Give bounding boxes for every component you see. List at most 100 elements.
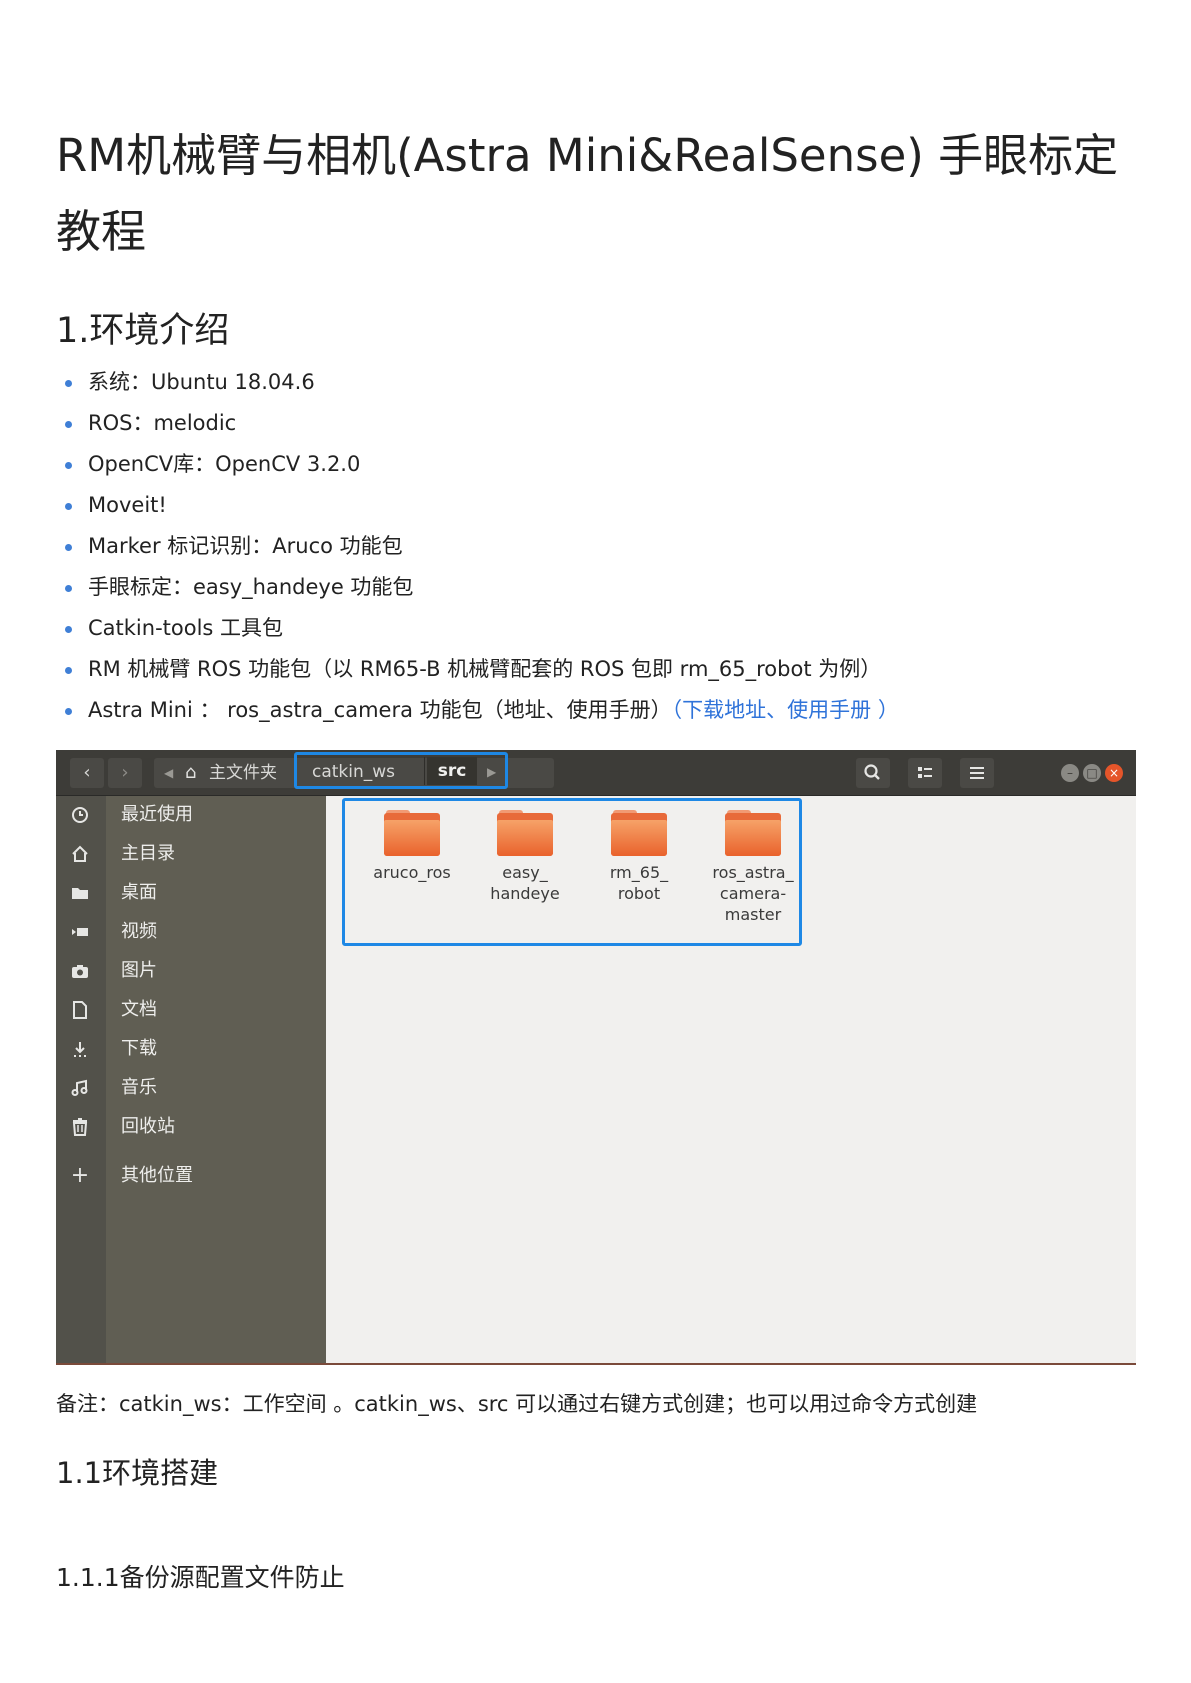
sidebar-item-home[interactable]: 主目录 bbox=[56, 835, 326, 873]
maximize-button[interactable]: □ bbox=[1083, 764, 1101, 782]
bullet-icon bbox=[65, 667, 72, 674]
folder-item-aruco-ros[interactable]: aruco_ros bbox=[356, 810, 468, 883]
list-item-text: ROS：melodic bbox=[88, 411, 237, 435]
sidebar-item-label: 其他位置 bbox=[121, 1165, 193, 1186]
close-icon: × bbox=[1108, 766, 1120, 780]
list-item: Catkin-tools 工具包 bbox=[56, 608, 899, 649]
list-item-text: 系统：Ubuntu 18.04.6 bbox=[88, 370, 315, 394]
bullet-icon bbox=[65, 544, 72, 551]
file-manager-screenshot: ‹ › ◀ ⌂ 主文件夹 catkin_ws src ▶ – □ × 最近使用 … bbox=[56, 750, 1136, 1365]
sidebar-item-documents[interactable]: 文档 bbox=[56, 991, 326, 1029]
list-item-text: Catkin-tools 工具包 bbox=[88, 616, 284, 640]
folder-item-easy-handeye[interactable]: easy_ handeye bbox=[469, 810, 581, 904]
sidebar-item-label: 视频 bbox=[121, 921, 157, 942]
list-item: 系统：Ubuntu 18.04.6 bbox=[56, 362, 899, 403]
list-item: Moveit! bbox=[56, 485, 899, 526]
folder-icon bbox=[725, 810, 781, 856]
chevron-right-icon: › bbox=[121, 762, 129, 783]
download-icon bbox=[69, 1038, 91, 1060]
document-icon bbox=[69, 999, 91, 1021]
list-item: RM 机械臂 ROS 功能包（以 RM65-B 机械臂配套的 ROS 包即 rm… bbox=[56, 649, 899, 690]
breadcrumb-src-label: src bbox=[437, 761, 467, 781]
list-item-text: 手眼标定：easy_handeye 功能包 bbox=[88, 575, 414, 599]
folder-item-rm-65-robot[interactable]: rm_65_ robot bbox=[583, 810, 695, 904]
sidebar-item-label: 音乐 bbox=[121, 1077, 157, 1098]
sidebar-item-pictures[interactable]: 图片 bbox=[56, 952, 326, 990]
breadcrumb-left-arrow-icon[interactable]: ◀ bbox=[164, 758, 173, 788]
folder-icon bbox=[497, 810, 553, 856]
camera-icon bbox=[69, 960, 91, 982]
list-item-text: Astra Mini ： ros_astra_camera 功能包（地址、使用手… bbox=[88, 698, 672, 722]
sidebar-item-trash[interactable]: 回收站 bbox=[56, 1108, 326, 1146]
view-toggle-button[interactable] bbox=[908, 758, 942, 788]
places-sidebar: 最近使用 主目录 桌面 视频 图片 文档 下载 音乐 回收站 + 其他位置 bbox=[56, 796, 326, 1363]
hamburger-menu-icon bbox=[970, 767, 984, 779]
bullet-icon bbox=[65, 585, 72, 592]
sidebar-item-label: 文档 bbox=[121, 999, 157, 1020]
list-view-icon bbox=[918, 767, 932, 778]
close-button[interactable]: × bbox=[1105, 764, 1123, 782]
section-heading-backup: 1.1.1备份源配置文件防止 bbox=[56, 1563, 345, 1592]
list-item: Marker 标记识别：Aruco 功能包 bbox=[56, 526, 899, 567]
minimize-button[interactable]: – bbox=[1061, 764, 1079, 782]
sidebar-item-music[interactable]: 音乐 bbox=[56, 1069, 326, 1107]
search-button[interactable] bbox=[856, 758, 890, 788]
maximize-icon: □ bbox=[1086, 766, 1098, 780]
breadcrumb-highlight: catkin_ws src ▶ bbox=[294, 752, 508, 789]
breadcrumb-catkin-ws[interactable]: catkin_ws bbox=[312, 759, 395, 785]
clock-icon bbox=[69, 804, 91, 826]
folder-item-ros-astra-camera-master[interactable]: ros_astra_ camera- master bbox=[697, 810, 809, 925]
breadcrumb-right-arrow-icon[interactable]: ▶ bbox=[487, 759, 496, 785]
list-item: Astra Mini ： ros_astra_camera 功能包（地址、使用手… bbox=[56, 690, 899, 731]
list-item: OpenCV库：OpenCV 3.2.0 bbox=[56, 444, 899, 485]
folder-name: aruco_ros bbox=[373, 863, 451, 882]
section-heading-environment: 1.环境介绍 bbox=[56, 311, 230, 351]
list-item-text: OpenCV库：OpenCV 3.2.0 bbox=[88, 452, 361, 476]
home-icon: ⌂ bbox=[185, 762, 197, 783]
list-item: 手眼标定：easy_handeye 功能包 bbox=[56, 567, 899, 608]
sidebar-item-recent[interactable]: 最近使用 bbox=[56, 796, 326, 834]
sidebar-item-label: 最近使用 bbox=[121, 804, 193, 825]
list-item: ROS：melodic bbox=[56, 403, 899, 444]
folder-icon bbox=[384, 810, 440, 856]
download-manual-link[interactable]: （下载地址、使用手册 ） bbox=[672, 698, 899, 722]
sidebar-item-label: 下载 bbox=[121, 1038, 157, 1059]
folder-name: ros_astra_ camera- master bbox=[712, 863, 794, 924]
folder-icon bbox=[611, 810, 667, 856]
bullet-icon bbox=[65, 503, 72, 510]
sidebar-item-desktop[interactable]: 桌面 bbox=[56, 874, 326, 912]
sidebar-item-label: 图片 bbox=[121, 960, 157, 981]
list-item-text: RM 机械臂 ROS 功能包（以 RM65-B 机械臂配套的 ROS 包即 rm… bbox=[88, 657, 882, 681]
list-item-text: Marker 标记识别：Aruco 功能包 bbox=[88, 534, 403, 558]
video-icon bbox=[69, 921, 91, 943]
folder-icon bbox=[69, 882, 91, 904]
breadcrumb-divider bbox=[424, 757, 425, 785]
document-title: RM机械臂与相机(Astra Mini&RealSense) 手眼标定教程 bbox=[56, 129, 1119, 258]
sidebar-item-downloads[interactable]: 下载 bbox=[56, 1030, 326, 1068]
search-icon bbox=[864, 764, 880, 780]
breadcrumb-home[interactable]: 主文件夹 bbox=[209, 758, 277, 788]
music-icon bbox=[69, 1077, 91, 1099]
sidebar-item-label: 主目录 bbox=[121, 843, 175, 864]
chevron-left-icon: ‹ bbox=[83, 762, 91, 783]
note-text: 备注：catkin_ws：工作空间 。catkin_ws、src 可以通过右键方… bbox=[56, 1392, 978, 1416]
back-button[interactable]: ‹ bbox=[70, 758, 104, 788]
minimize-icon: – bbox=[1067, 766, 1073, 780]
bullet-icon bbox=[65, 708, 72, 715]
menu-button[interactable] bbox=[960, 758, 994, 788]
bullet-icon bbox=[65, 462, 72, 469]
bullet-icon bbox=[65, 421, 72, 428]
section-heading-setup: 1.1环境搭建 bbox=[56, 1456, 219, 1490]
environment-list: 系统：Ubuntu 18.04.6 ROS：melodic OpenCV库：Op… bbox=[56, 362, 899, 731]
breadcrumb-src[interactable]: src bbox=[427, 757, 477, 785]
sidebar-item-other-locations[interactable]: + 其他位置 bbox=[56, 1157, 326, 1195]
sidebar-item-label: 桌面 bbox=[121, 882, 157, 903]
header-bar: ‹ › ◀ ⌂ 主文件夹 catkin_ws src ▶ – □ × bbox=[56, 750, 1136, 796]
forward-button[interactable]: › bbox=[108, 758, 142, 788]
sidebar-item-label: 回收站 bbox=[121, 1116, 175, 1137]
folder-name: rm_65_ robot bbox=[609, 863, 669, 903]
sidebar-item-videos[interactable]: 视频 bbox=[56, 913, 326, 951]
trash-icon bbox=[69, 1116, 91, 1138]
bullet-icon bbox=[65, 626, 72, 633]
home-icon bbox=[69, 843, 91, 865]
